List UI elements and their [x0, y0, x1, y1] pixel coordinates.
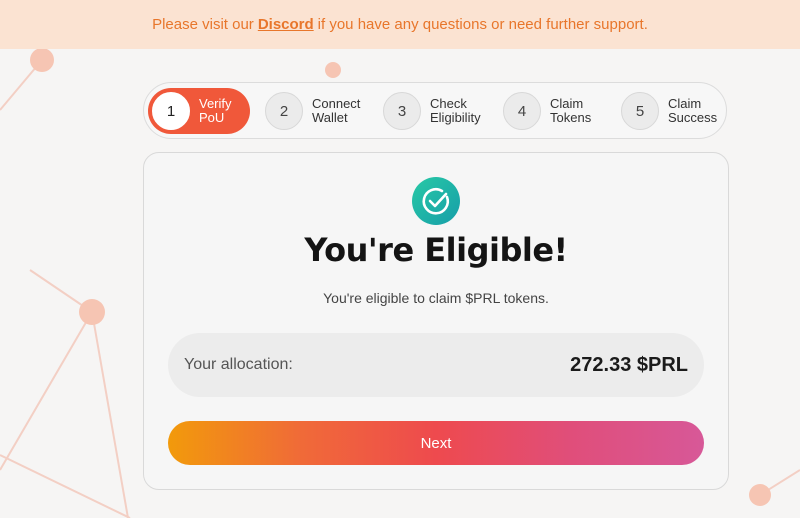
allocation-box: Your allocation: 272.33 $PRL [168, 333, 704, 397]
step-number: 3 [383, 92, 421, 130]
step-number: 5 [621, 92, 659, 130]
allocation-label: Your allocation: [184, 356, 293, 373]
eligibility-title: You're Eligible! [304, 231, 568, 269]
eligibility-card: You're Eligible! You're eligible to clai… [143, 152, 729, 490]
step-label: Check Eligibility [430, 96, 481, 125]
discord-link[interactable]: Discord [258, 16, 314, 33]
eligibility-subtitle: You're eligible to claim $PRL tokens. [323, 290, 549, 306]
step-label: Connect Wallet [312, 96, 361, 125]
step-verify-pou[interactable]: 1 Verify PoU [148, 88, 250, 134]
step-number: 4 [503, 92, 541, 130]
allocation-value: 272.33 $PRL [570, 353, 688, 376]
step-label: Verify PoU [199, 96, 232, 125]
step-check-eligibility[interactable]: 3 Check Eligibility [379, 88, 491, 134]
next-button[interactable]: Next [168, 421, 704, 465]
support-banner: Please visit our Discord if you have any… [0, 0, 800, 49]
step-claim-tokens[interactable]: 4 Claim Tokens [499, 88, 599, 134]
check-circle-icon [412, 177, 460, 225]
banner-text-before: Please visit our [152, 16, 254, 33]
step-number: 1 [152, 92, 190, 130]
step-claim-success[interactable]: 5 Claim Success [617, 88, 721, 134]
step-connect-wallet[interactable]: 2 Connect Wallet [261, 88, 369, 134]
progress-stepper: 1 Verify PoU 2 Connect Wallet 3 Check El… [143, 82, 727, 139]
step-label: Claim Success [668, 96, 718, 125]
step-number: 2 [265, 92, 303, 130]
step-label: Claim Tokens [550, 96, 592, 125]
banner-text-after: if you have any questions or need furthe… [317, 16, 648, 33]
